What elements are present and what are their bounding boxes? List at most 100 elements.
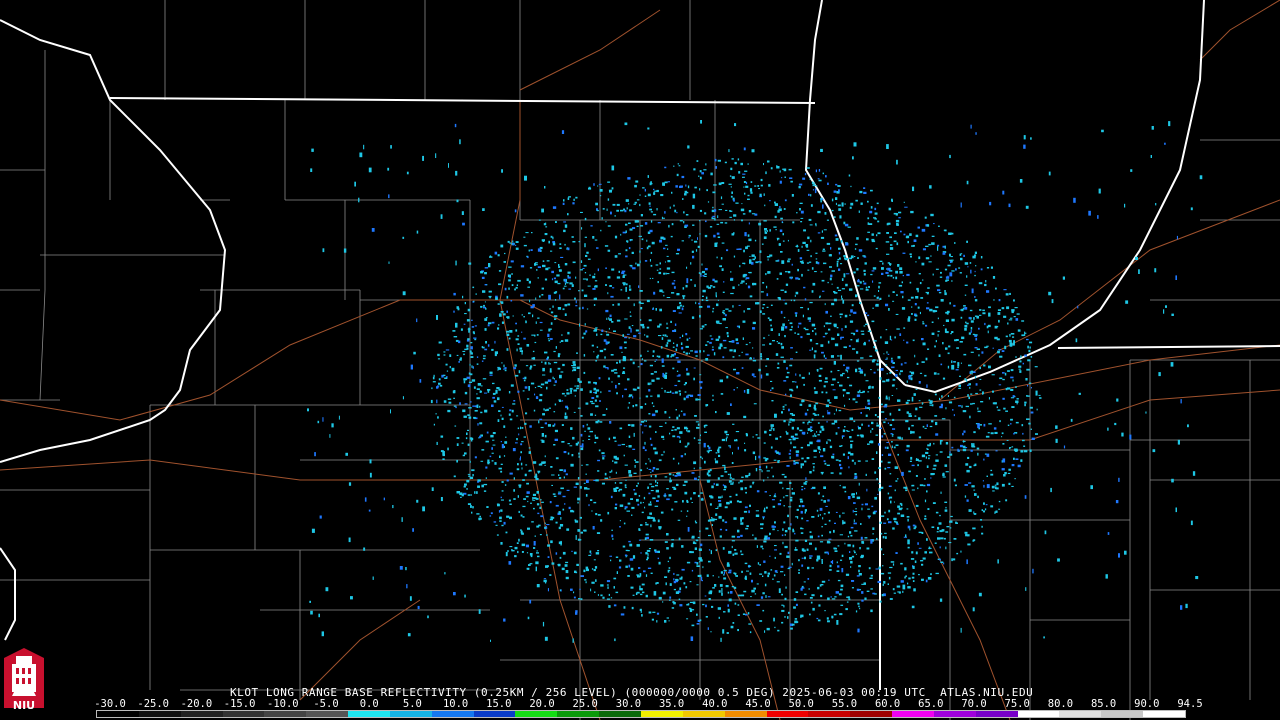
echo-pixel	[582, 306, 584, 310]
echo-pixel	[686, 427, 689, 430]
echo-pixel	[821, 391, 824, 394]
echo-pixel	[485, 307, 487, 310]
echo-pixel	[717, 236, 721, 238]
echo-pixel	[605, 284, 607, 286]
echo-pixel	[704, 595, 707, 597]
echo-pixel	[664, 576, 668, 578]
echo-pixel	[856, 360, 860, 362]
echo-pixel	[947, 352, 950, 355]
echo-pixel	[878, 290, 880, 292]
echo-pixel	[766, 627, 770, 631]
echo-pixel	[713, 184, 717, 186]
echo-pixel	[995, 287, 997, 290]
echo-pixel	[817, 232, 821, 234]
echo-pixel	[643, 496, 646, 500]
echo-pixel	[464, 378, 468, 381]
echo-pixel	[922, 322, 925, 325]
echo-pixel	[780, 217, 783, 220]
echo-pixel	[704, 424, 708, 426]
echo-pixel	[972, 402, 975, 405]
echo-pixel	[933, 464, 937, 467]
echo-pixel	[962, 307, 965, 310]
echo-pixel	[608, 476, 611, 478]
echo-pixel	[519, 457, 521, 461]
echo-pixel	[645, 533, 649, 536]
echo-pixel	[310, 168, 313, 172]
echo-pixel	[698, 302, 701, 305]
echo-pixel	[501, 406, 504, 408]
echo-pixel	[547, 333, 550, 337]
echo-pixel	[607, 225, 611, 227]
echo-pixel	[1024, 331, 1026, 336]
echo-pixel	[928, 455, 931, 457]
echo-pixel	[464, 348, 468, 351]
echo-pixel	[1010, 333, 1015, 335]
echo-pixel	[659, 323, 662, 326]
echo-pixel	[763, 220, 767, 222]
echo-pixel	[924, 427, 927, 429]
echo-pixel	[618, 566, 622, 569]
echo-pixel	[907, 399, 911, 402]
echo-pixel	[489, 515, 492, 517]
echo-pixel	[743, 590, 747, 593]
echo-pixel	[1008, 319, 1013, 321]
echo-pixel	[664, 211, 666, 214]
echo-pixel	[868, 339, 870, 342]
echo-pixel	[770, 446, 773, 449]
echo-pixel	[907, 518, 909, 522]
echo-pixel	[745, 277, 750, 280]
echo-pixel	[708, 598, 711, 601]
echo-pixel	[944, 245, 946, 249]
echo-pixel	[581, 336, 584, 339]
echo-pixel	[652, 308, 654, 310]
echo-pixel	[853, 522, 857, 525]
echo-pixel	[625, 283, 628, 286]
echo-pixel	[777, 503, 781, 506]
echo-pixel	[887, 267, 891, 271]
echo-pixel	[494, 251, 498, 255]
echo-pixel	[444, 377, 448, 379]
echo-pixel	[1035, 433, 1038, 435]
echo-pixel	[990, 473, 994, 476]
echo-pixel	[914, 314, 918, 317]
echo-pixel	[532, 497, 534, 500]
echo-pixel	[900, 370, 903, 373]
echo-pixel	[787, 258, 791, 260]
echo-pixel	[681, 307, 684, 311]
echo-pixel	[968, 396, 970, 400]
echo-pixel	[992, 402, 995, 405]
echo-pixel	[967, 384, 970, 386]
echo-pixel	[769, 495, 771, 497]
echo-pixel	[573, 551, 577, 555]
echo-pixel	[515, 244, 517, 246]
echo-pixel	[652, 277, 654, 279]
echo-pixel	[684, 224, 689, 227]
echo-pixel	[843, 255, 846, 258]
echo-pixel	[850, 440, 854, 442]
echo-pixel	[934, 393, 937, 396]
echo-pixel	[544, 455, 546, 458]
echo-pixel	[416, 230, 419, 234]
echo-pixel	[752, 451, 756, 455]
echo-pixel	[749, 256, 751, 257]
echo-pixel	[921, 228, 926, 232]
echo-pixel	[686, 510, 689, 512]
echo-pixel	[809, 471, 812, 474]
echo-pixel	[880, 460, 883, 463]
echo-pixel	[853, 311, 857, 314]
echo-pixel	[814, 188, 817, 194]
echo-pixel	[799, 403, 803, 406]
echo-pixel	[540, 499, 542, 501]
echo-pixel	[858, 565, 861, 568]
echo-pixel	[549, 574, 552, 576]
echo-pixel	[541, 294, 544, 296]
echo-pixel	[589, 400, 593, 403]
echo-pixel	[1005, 293, 1009, 296]
echo-pixel	[866, 238, 869, 241]
echo-pixel	[629, 315, 632, 317]
echo-pixel	[784, 176, 786, 178]
echo-pixel	[1015, 432, 1018, 434]
echo-pixel	[864, 537, 868, 539]
echo-pixel	[858, 249, 863, 252]
echo-pixel	[564, 564, 568, 567]
